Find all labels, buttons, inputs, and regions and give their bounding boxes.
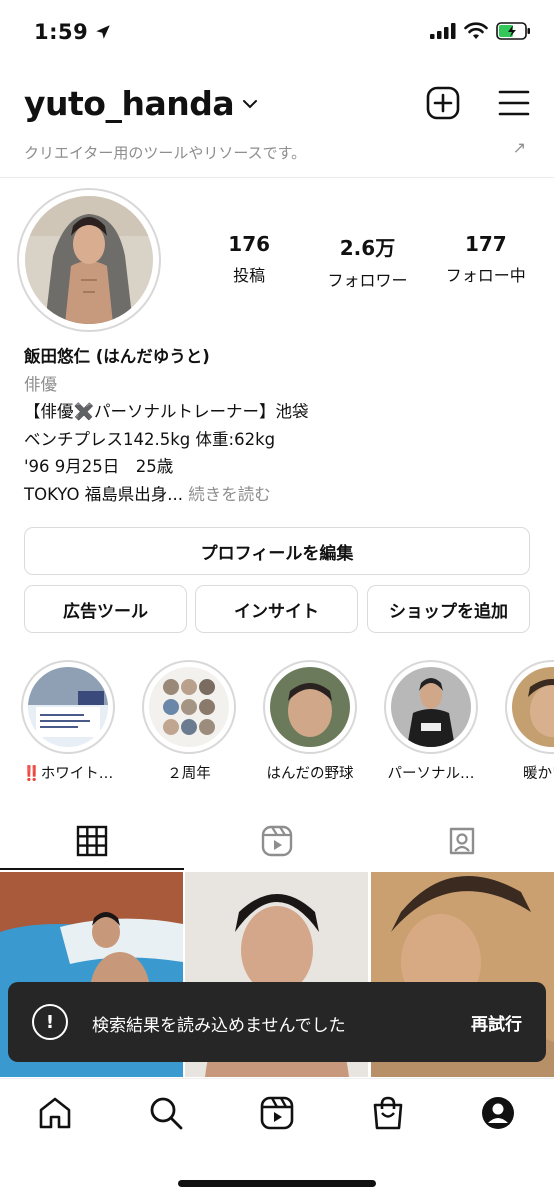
insights-button[interactable]: インサイト (195, 585, 358, 633)
ad-tools-button[interactable]: 広告ツール (24, 585, 187, 633)
followers-count: 2.6万 (339, 236, 396, 260)
highlight-label: ２周年 (167, 766, 211, 782)
highlight-label: はんだの野球 (266, 766, 354, 782)
chevron-down-icon[interactable] (242, 98, 258, 110)
header-actions (426, 86, 530, 120)
highlight-image (512, 667, 554, 747)
read-more-link[interactable]: 続きを読む (188, 485, 271, 504)
profile-header: yuto_handa (0, 80, 554, 130)
category-label: 俳優 (24, 374, 57, 394)
highlight-image (391, 667, 471, 747)
posts-label: 投稿 (233, 266, 266, 285)
home-tab[interactable] (35, 1093, 75, 1133)
bio-line-last: TOKYO 福島県出身... 続きを読む (24, 481, 534, 509)
add-shop-button[interactable]: ショップを追加 (367, 585, 530, 633)
bio-line: TOKYO 福島県出身... (24, 484, 183, 504)
edit-profile-button[interactable]: プロフィールを編集 (24, 527, 530, 575)
status-time: 1:59 (34, 20, 89, 44)
highlight-label: ‼️ホワイト… (22, 766, 114, 782)
highlight-image (28, 667, 108, 747)
wifi-icon (464, 22, 488, 39)
signal-icon (430, 23, 456, 39)
toast-message: 検索結果を読み込めませんでした (92, 1016, 346, 1036)
search-tab[interactable] (146, 1093, 186, 1133)
location-arrow-icon (96, 25, 110, 39)
reels-icon (260, 1096, 294, 1130)
following-label: フォロー中 (445, 266, 526, 285)
retry-button[interactable]: 再試行 (471, 1010, 522, 1035)
posts-count: 176 (228, 232, 271, 256)
highlight-ring (142, 660, 236, 754)
profile-avatar[interactable] (17, 188, 161, 332)
new-post-icon[interactable] (426, 86, 460, 120)
stat-following[interactable]: 177 フォロー中 (431, 232, 541, 291)
story-highlights: ‼️ホワイト… ２周年 はんだの野球 パーソナル… 暖か (0, 660, 554, 785)
shop-tab[interactable] (368, 1093, 408, 1133)
search-icon (150, 1097, 183, 1130)
highlight-item[interactable]: はんだの野球 (260, 660, 360, 783)
followers-label: フォロワー (327, 271, 408, 290)
profile-icon (482, 1097, 514, 1129)
content-tabs (0, 812, 554, 870)
menu-icon[interactable] (498, 89, 530, 117)
highlight-image (270, 667, 350, 747)
highlight-item[interactable]: ‼️ホワイト… (18, 660, 118, 783)
grid-icon (76, 825, 108, 857)
highlight-item[interactable]: パーソナル… (381, 660, 481, 783)
tab-reels[interactable] (185, 812, 369, 870)
creator-tools-hint[interactable]: クリエイター用のツールやリソースです。 (24, 142, 306, 163)
avatar-image (25, 196, 153, 324)
display-name: 飯田悠仁 (はんだゆうと) (24, 347, 210, 366)
reels-icon (261, 825, 293, 857)
highlight-ring (384, 660, 478, 754)
bio-line: '96 9月25日 25歳 (24, 457, 174, 476)
tab-tagged[interactable] (370, 812, 554, 870)
bio-line: ベンチプレス142.5kg 体重:62kg (24, 429, 276, 449)
highlight-item[interactable]: ２周年 (139, 660, 239, 783)
following-count: 177 (464, 232, 507, 256)
shop-icon (373, 1096, 403, 1130)
highlight-label: パーソナル… (387, 766, 475, 782)
stat-posts[interactable]: 176 投稿 (194, 232, 304, 291)
active-tab-indicator (0, 868, 184, 870)
home-indicator (178, 1180, 376, 1187)
home-icon (39, 1097, 71, 1129)
username[interactable]: yuto_handa (24, 84, 235, 123)
profile-stats: 176 投稿 2.6万 フォロワー 177 フォロー中 (190, 232, 545, 291)
error-toast: ! 検索結果を読み込めませんでした 再試行 (8, 982, 546, 1062)
profile-bio: 飯田悠仁 (はんだゆうと) 俳優 【俳優✖️パーソナルトレーナー】池袋 ベンチプ… (24, 343, 534, 508)
arrow-icon[interactable]: ↗ (513, 138, 526, 157)
tab-posts-grid[interactable] (0, 812, 184, 870)
highlight-label: 暖かい気 (523, 766, 554, 782)
stat-followers[interactable]: 2.6万 フォロワー (312, 232, 422, 291)
status-icons (430, 22, 532, 40)
status-bar: 1:59 (0, 0, 554, 62)
highlight-image (149, 667, 229, 747)
tagged-icon (449, 827, 475, 855)
profile-tab[interactable] (478, 1093, 518, 1133)
status-time-group: 1:59 (34, 20, 112, 44)
reels-tab[interactable] (257, 1093, 297, 1133)
highlight-item[interactable]: 暖かい気 (502, 660, 554, 783)
bio-line: 【俳優✖️パーソナルトレーナー】池袋 (24, 402, 309, 421)
divider (0, 177, 554, 178)
highlight-ring (263, 660, 357, 754)
highlight-ring (21, 660, 115, 754)
highlight-ring (505, 660, 554, 754)
account-switcher[interactable]: yuto_handa (24, 84, 258, 123)
battery-icon (496, 22, 530, 40)
alert-icon: ! (32, 1004, 68, 1040)
